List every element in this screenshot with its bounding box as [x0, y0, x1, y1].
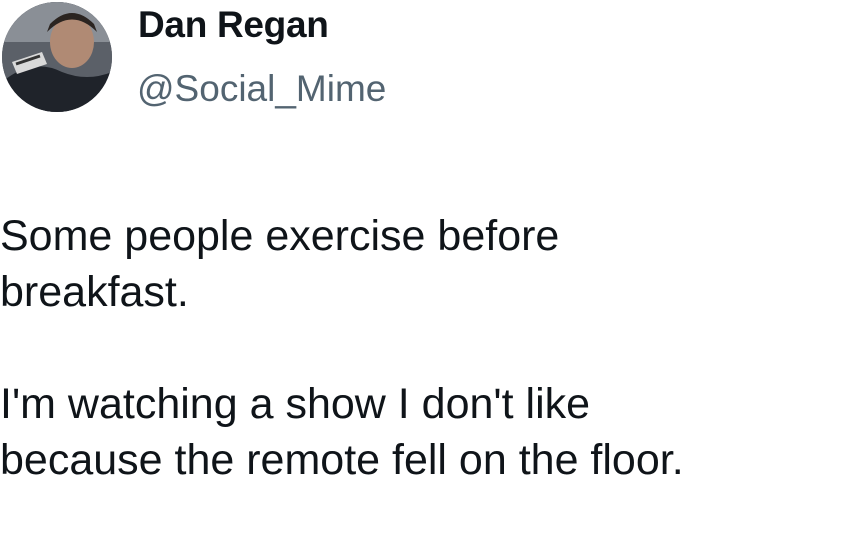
tweet-paragraph: Some people exercise before breakfast.: [0, 208, 844, 320]
tweet-line: breakfast.: [0, 268, 189, 316]
tweet-text: Some people exercise before breakfast. I…: [0, 208, 844, 488]
user-handle[interactable]: @Social_Mime: [137, 66, 386, 112]
tweet-paragraph: I'm watching a show I don't like because…: [0, 376, 844, 488]
tweet-card: Dan Regan @Social_Mime Some people exerc…: [0, 0, 844, 558]
avatar[interactable]: [2, 2, 112, 112]
tweet-line: Some people exercise before: [0, 212, 560, 260]
display-name[interactable]: Dan Regan: [138, 2, 329, 48]
tweet-line: I'm watching a show I don't like: [0, 380, 591, 428]
tweet-line: because the remote fell on the floor.: [0, 436, 684, 484]
profile-photo-icon: [2, 2, 112, 112]
